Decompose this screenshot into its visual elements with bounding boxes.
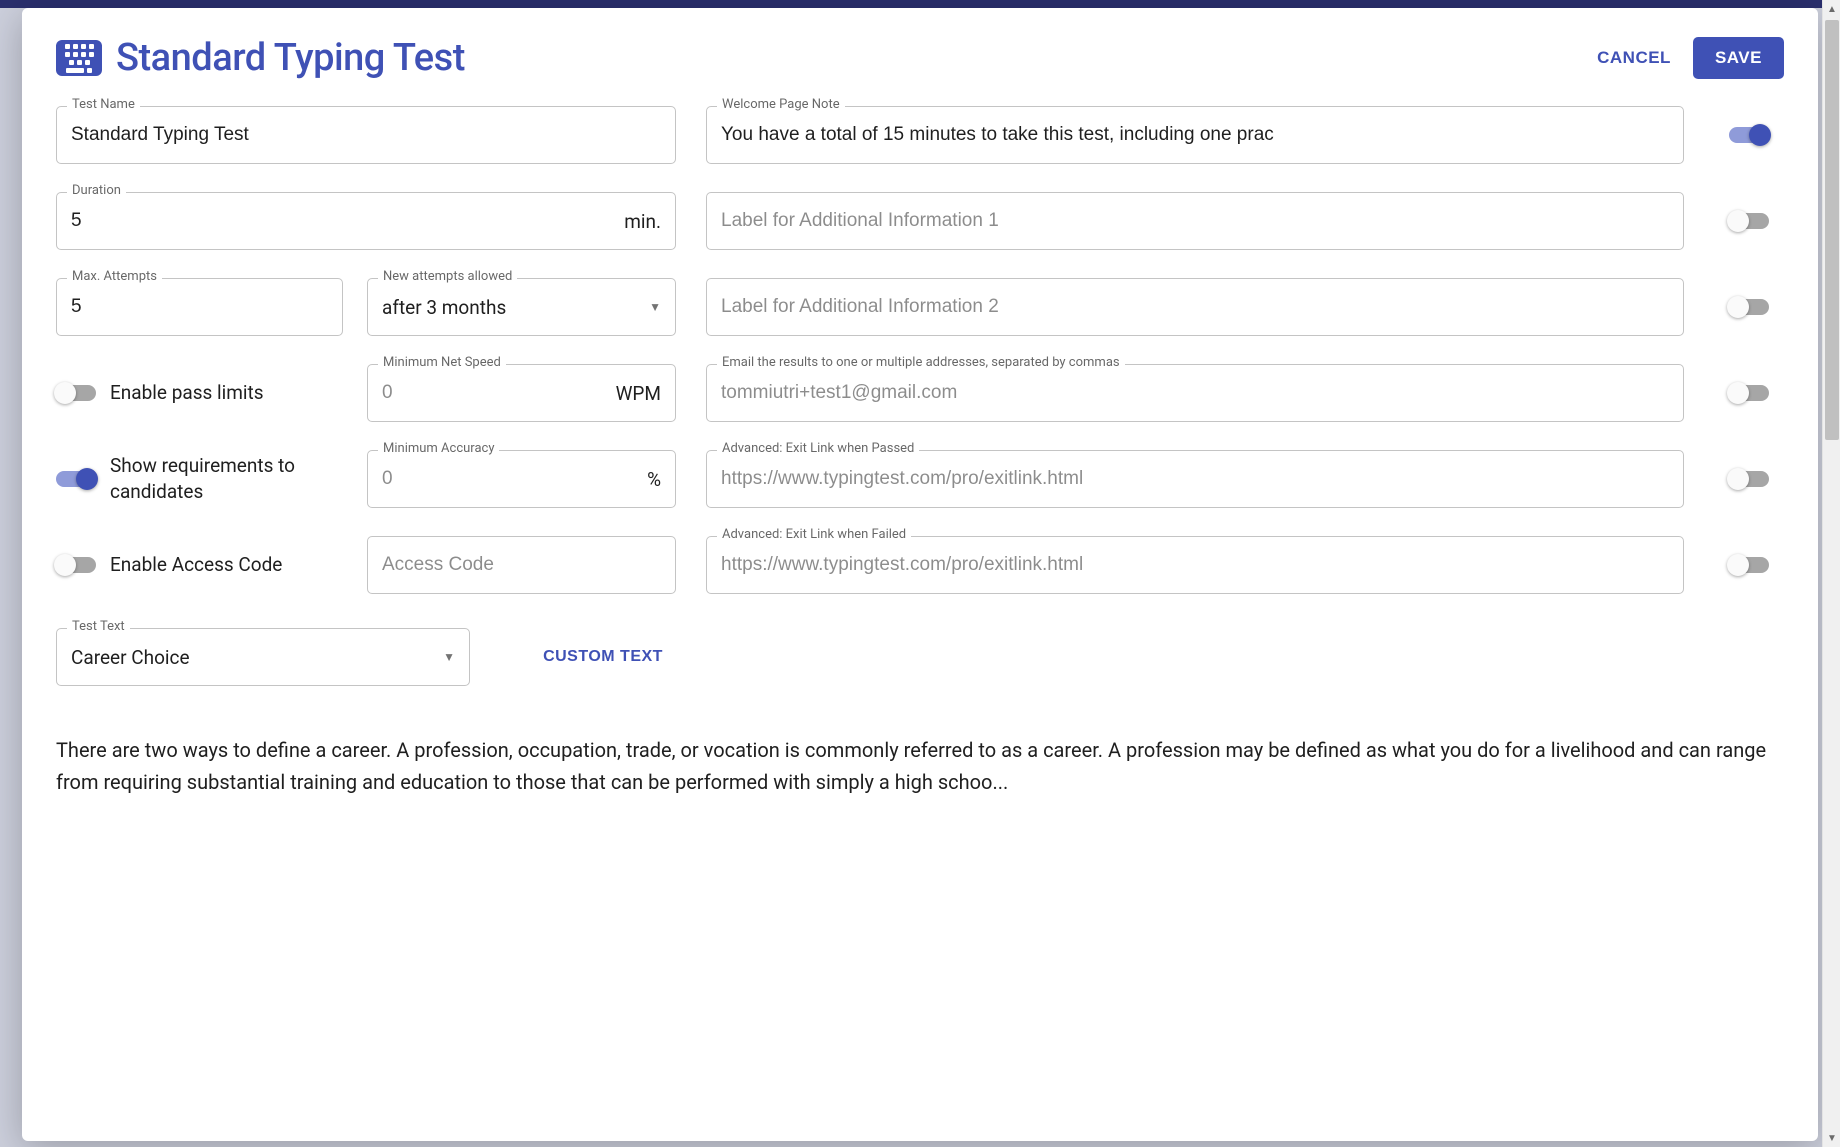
access-code-input[interactable]: [382, 554, 661, 576]
test-text-select[interactable]: Test Text Career Choice ▼: [56, 628, 470, 686]
exit-link-passed-toggle[interactable]: [1729, 471, 1769, 487]
new-attempts-label: New attempts allowed: [378, 269, 517, 284]
additional-info-2-toggle[interactable]: [1729, 299, 1769, 315]
enable-access-code-label: Enable Access Code: [110, 552, 282, 578]
exit-link-passed-input[interactable]: [721, 468, 1669, 490]
welcome-note-label: Welcome Page Note: [717, 97, 845, 112]
new-attempts-select[interactable]: New attempts allowed after 3 months ▼: [367, 278, 676, 336]
duration-input[interactable]: [71, 210, 616, 232]
min-accuracy-label: Minimum Accuracy: [378, 441, 499, 456]
additional-info-2-field[interactable]: [706, 278, 1684, 336]
email-results-label: Email the results to one or multiple add…: [717, 355, 1125, 370]
test-name-field[interactable]: Test Name: [56, 106, 676, 164]
min-accuracy-field[interactable]: Minimum Accuracy %: [367, 450, 676, 508]
welcome-note-field[interactable]: Welcome Page Note: [706, 106, 1684, 164]
exit-link-failed-label: Advanced: Exit Link when Failed: [717, 527, 911, 542]
enable-pass-limits-toggle[interactable]: [56, 385, 96, 401]
min-speed-input[interactable]: [382, 382, 608, 404]
additional-info-1-input[interactable]: [721, 210, 1669, 232]
welcome-note-toggle[interactable]: [1729, 127, 1769, 143]
max-attempts-input[interactable]: [71, 296, 328, 318]
additional-info-1-toggle[interactable]: [1729, 213, 1769, 229]
test-text-value: Career Choice: [71, 646, 437, 669]
scroll-thumb[interactable]: [1825, 20, 1839, 440]
email-results-field[interactable]: Email the results to one or multiple add…: [706, 364, 1684, 422]
modal-title: Standard Typing Test: [116, 36, 465, 80]
test-text-preview: There are two ways to define a career. A…: [56, 734, 1784, 798]
duration-label: Duration: [67, 183, 126, 198]
keyboard-icon: [56, 40, 102, 76]
min-speed-label: Minimum Net Speed: [378, 355, 506, 370]
scroll-up-arrow[interactable]: ▲: [1823, 0, 1840, 18]
edit-test-modal: Standard Typing Test CANCEL SAVE Test Na…: [22, 8, 1818, 1141]
min-accuracy-unit: %: [639, 468, 661, 491]
chevron-down-icon: ▼: [437, 650, 455, 664]
modal-header: Standard Typing Test CANCEL SAVE: [56, 36, 1784, 80]
exit-link-failed-field[interactable]: Advanced: Exit Link when Failed: [706, 536, 1684, 594]
exit-link-passed-field[interactable]: Advanced: Exit Link when Passed: [706, 450, 1684, 508]
max-attempts-field[interactable]: Max. Attempts: [56, 278, 343, 336]
min-accuracy-input[interactable]: [382, 468, 639, 490]
page-scrollbar[interactable]: ▲ ▼: [1822, 0, 1840, 1147]
exit-link-failed-toggle[interactable]: [1729, 557, 1769, 573]
cancel-button[interactable]: CANCEL: [1597, 48, 1671, 68]
enable-access-code-toggle[interactable]: [56, 557, 96, 573]
exit-link-passed-label: Advanced: Exit Link when Passed: [717, 441, 919, 456]
new-attempts-value: after 3 months: [382, 296, 643, 319]
welcome-note-input[interactable]: [721, 124, 1669, 146]
access-code-field[interactable]: [367, 536, 676, 594]
enable-pass-limits-label: Enable pass limits: [110, 380, 264, 406]
min-speed-unit: WPM: [608, 382, 661, 405]
test-name-input[interactable]: [71, 124, 661, 146]
duration-field[interactable]: Duration min.: [56, 192, 676, 250]
exit-link-failed-input[interactable]: [721, 554, 1669, 576]
max-attempts-label: Max. Attempts: [67, 269, 162, 284]
test-form: Test Name Welcome Page Note Duration min…: [56, 106, 1784, 798]
duration-unit: min.: [616, 210, 661, 233]
scroll-down-arrow[interactable]: ▼: [1823, 1129, 1840, 1147]
app-topbar: [0, 0, 1840, 8]
test-text-label: Test Text: [67, 619, 130, 634]
chevron-down-icon: ▼: [643, 300, 661, 314]
save-button[interactable]: SAVE: [1693, 37, 1784, 79]
email-results-toggle[interactable]: [1729, 385, 1769, 401]
test-name-label: Test Name: [67, 97, 140, 112]
min-speed-field[interactable]: Minimum Net Speed WPM: [367, 364, 676, 422]
additional-info-1-field[interactable]: [706, 192, 1684, 250]
show-requirements-toggle[interactable]: [56, 471, 96, 487]
email-results-input[interactable]: [721, 382, 1669, 404]
custom-text-button[interactable]: CUSTOM TEXT: [530, 638, 676, 676]
additional-info-2-input[interactable]: [721, 296, 1669, 318]
show-requirements-label: Show requirements to candidates: [110, 453, 310, 504]
